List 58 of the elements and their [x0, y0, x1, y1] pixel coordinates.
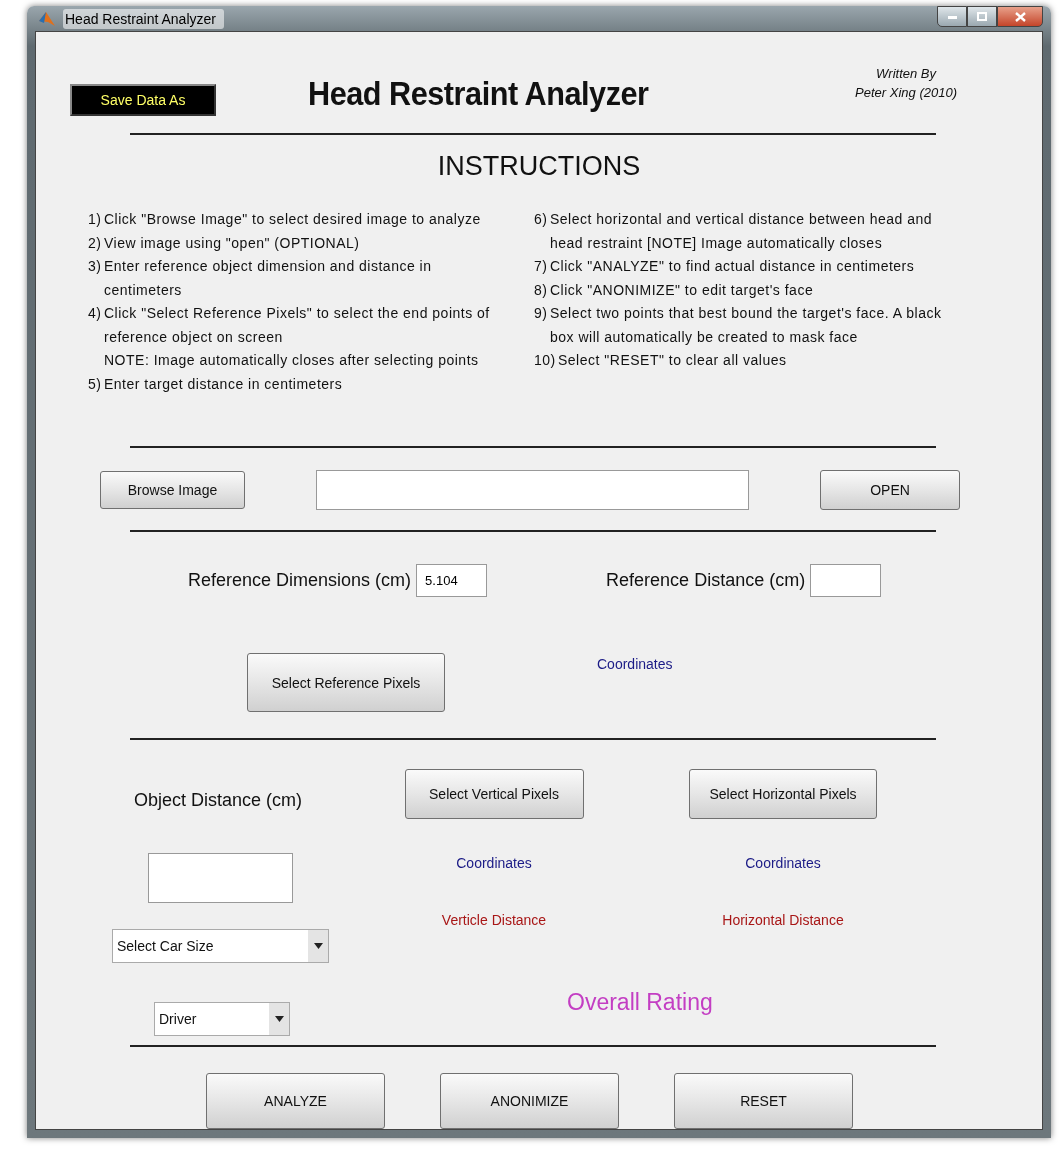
instruction-number: 7) [534, 257, 549, 276]
instruction-number: 1) [88, 210, 103, 229]
instruction-number: 8) [534, 280, 549, 300]
instruction-text: Select two points that best bound the target's face. A black box will automatically be created to mask face [550, 305, 942, 345]
instruction-number: 5) [88, 374, 103, 394]
close-button[interactable] [997, 6, 1043, 27]
object-distance-field[interactable] [148, 853, 293, 903]
save-data-button[interactable]: Save Data As [70, 84, 216, 116]
overall-rating: Overall Rating [567, 989, 713, 1016]
dropdown-arrow-icon [313, 943, 323, 949]
action-button[interactable]: RESET [674, 1073, 853, 1129]
instruction-text: Click "Browse Image" to select desired image to analyze [104, 211, 481, 227]
distance-readout: Horizontal Distance [722, 912, 844, 928]
instruction-number: 3) [88, 257, 103, 276]
instruction-number: 2) [88, 233, 103, 253]
instruction-text: Enter target distance in centimeters [104, 375, 343, 392]
action-button[interactable]: ANALYZE [206, 1073, 385, 1129]
instruction-text: Click "Select Reference Pixels" to select the end points of reference object on screen [104, 305, 490, 345]
distance-readout: Verticle Distance [441, 912, 547, 928]
author-credit: Written By [875, 65, 938, 83]
field-label: Reference Dimensions (cm) [188, 570, 412, 591]
instruction-text: Click "ANALYZE" to find actual distance in centimeters [550, 258, 915, 274]
minimize-icon [947, 14, 957, 19]
select-reference-pixels-button[interactable]: Select Reference Pixels [247, 653, 445, 712]
instruction-note: NOTE: Image automatically closes after selecting points [104, 351, 480, 370]
instruction-number: 6) [534, 210, 549, 229]
open-button[interactable]: OPEN [820, 470, 960, 510]
instruction-text: Enter reference object dimension and distance in centimeters [104, 258, 432, 298]
select-pixels-button[interactable]: Select Horizontal Pixels [689, 769, 877, 819]
window-title: Head Restraint Analyzer [63, 8, 224, 29]
dropdown-arrow-icon [274, 1016, 284, 1022]
image-path-field[interactable] [316, 470, 749, 510]
coordinates-readout: Coordinates [597, 656, 673, 672]
maximize-icon [977, 12, 987, 21]
instruction-number: 9) [534, 304, 549, 323]
seat-position-dropdown[interactable]: Driver [154, 1002, 290, 1036]
app-heading: Head Restraint Analyzer [308, 74, 649, 113]
reference-distance-field[interactable] [810, 564, 882, 597]
coordinates-readout: Coordinates [745, 855, 821, 871]
instruction-text: View image using "open" (OPTIONAL) [104, 234, 360, 251]
reference-dimensions-field[interactable]: 5.104 [416, 564, 488, 597]
instruction-text: Select "RESET" to clear all values [558, 352, 787, 368]
coordinates-readout: Coordinates [456, 855, 532, 871]
field-label: Reference Distance (cm) [606, 570, 806, 591]
maximize-button[interactable] [967, 6, 997, 27]
action-button[interactable]: ANONIMIZE [440, 1073, 619, 1129]
select-pixels-button[interactable]: Select Vertical Pixels [404, 769, 584, 819]
minimize-button[interactable] [937, 6, 967, 27]
field-label: Object Distance (cm) [134, 790, 303, 811]
instruction-number: 4) [88, 304, 103, 323]
browse-image-button[interactable]: Browse Image [100, 471, 245, 509]
car-size-dropdown[interactable]: Select Car Size [112, 929, 329, 963]
instruction-text: Click "ANONIMIZE" to edit target's face [550, 281, 814, 298]
instructions-heading: INSTRUCTIONS [436, 151, 642, 182]
close-icon [1014, 11, 1026, 22]
instruction-text: Select horizontal and vertical distance between head and head restraint [NOTE] Image automatically closes [550, 211, 933, 251]
author-credit: Peter Xing (2010) [855, 84, 957, 102]
instruction-number: 10) [534, 351, 557, 370]
